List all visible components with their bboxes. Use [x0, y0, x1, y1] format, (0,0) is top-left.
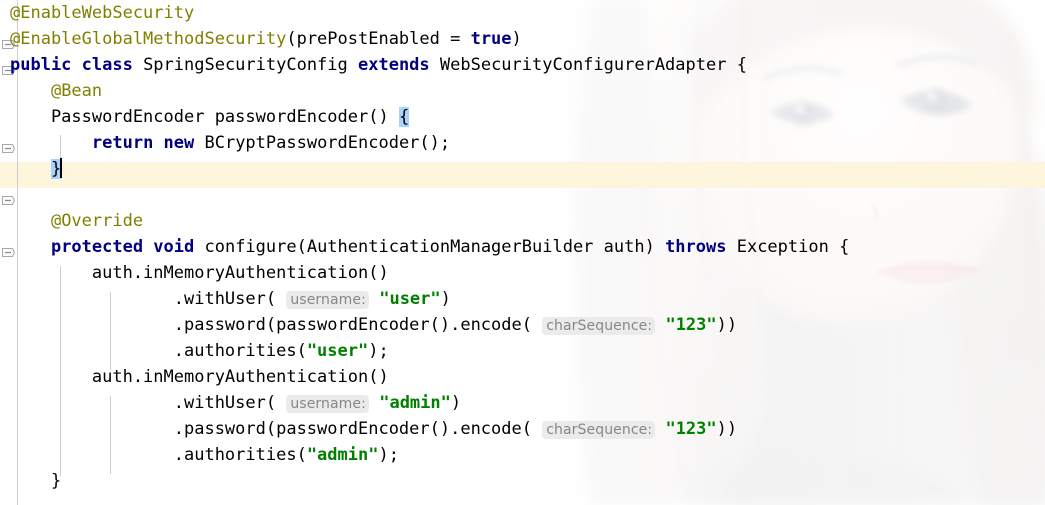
code-token-plain: SpringSecurityConfig: [132, 55, 358, 75]
parameter-hint: charSequence:: [542, 421, 656, 439]
code-token-plain: )): [716, 315, 738, 335]
code-line[interactable]: @EnableWebSecurity: [0, 0, 849, 26]
code-line[interactable]: auth.inMemoryAuthentication(): [0, 260, 849, 286]
code-token-kw: return new: [91, 133, 195, 153]
code-token-kw: public class: [10, 55, 133, 75]
code-line[interactable]: .password(passwordEncoder().encode( char…: [0, 416, 849, 442]
code-token-plain: ): [450, 393, 462, 413]
code-token-anno: @EnableGlobalMethodSecurity: [10, 29, 287, 49]
code-token-str: "admin": [379, 393, 451, 413]
parameter-hint: username:: [286, 291, 369, 309]
code-token-plain: ): [440, 289, 451, 309]
code-token-plain: }: [10, 471, 62, 491]
code-line[interactable]: auth.inMemoryAuthentication(): [0, 364, 849, 390]
code-token-str: "123": [665, 419, 717, 439]
code-content[interactable]: @EnableWebSecurity @EnableGlobalMethodSec…: [0, 0, 849, 494]
code-token-plain: WebSecurityConfigurerAdapter {: [429, 55, 747, 75]
code-token-kw: throws: [665, 237, 727, 257]
code-token-plain: configure(AuthenticationManagerBuilder a…: [194, 237, 666, 257]
code-token-plain: BCryptPasswordEncoder();: [194, 133, 451, 153]
code-line[interactable]: .authorities("admin");: [0, 442, 849, 468]
code-token-str: "123": [665, 315, 717, 335]
parameter-hint: charSequence:: [542, 317, 656, 335]
code-token-plain: );: [378, 445, 399, 465]
text-caret: [60, 158, 63, 178]
code-token-plain: (prePostEnabled =: [286, 29, 471, 49]
code-token-plain: PasswordEncoder passwordEncoder(): [10, 107, 399, 127]
code-editor[interactable]: @EnableWebSecurity @EnableGlobalMethodSec…: [0, 0, 1045, 505]
code-line[interactable]: }: [0, 468, 849, 494]
code-line[interactable]: .withUser( username: "user"): [0, 286, 849, 312]
code-token-str: "user": [306, 341, 369, 361]
code-line[interactable]: }: [0, 156, 849, 182]
code-token-anno: @EnableWebSecurity: [10, 3, 195, 23]
code-line[interactable]: .authorities("user");: [0, 338, 849, 364]
code-token-plain: .password(passwordEncoder().encode(: [10, 419, 543, 439]
code-token-str: "user": [379, 289, 441, 309]
code-token-plain: .withUser(: [10, 393, 287, 413]
code-line[interactable]: return new BCryptPasswordEncoder();: [0, 130, 849, 156]
code-line[interactable]: protected void configure(AuthenticationM…: [0, 234, 849, 260]
parameter-hint: username:: [286, 395, 369, 413]
code-token-plain: )): [716, 419, 738, 439]
code-token-str: "admin": [306, 445, 379, 465]
code-line[interactable]: @Override: [0, 208, 849, 234]
code-line[interactable]: PasswordEncoder passwordEncoder() {: [0, 104, 849, 130]
code-token-plain: .authorities(: [10, 445, 307, 465]
code-token-kw: protected void: [50, 237, 195, 257]
code-token-plain: .password(passwordEncoder().encode(: [10, 315, 543, 335]
code-line[interactable]: .withUser( username: "admin"): [0, 390, 849, 416]
code-line[interactable]: @EnableGlobalMethodSecurity(prePostEnabl…: [0, 26, 849, 52]
code-token-plain: auth.inMemoryAuthentication(): [10, 263, 389, 283]
code-token-plain: );: [368, 341, 389, 361]
code-line[interactable]: [0, 182, 849, 208]
code-line[interactable]: public class SpringSecurityConfig extend…: [0, 52, 849, 78]
code-token-plain: Exception {: [726, 237, 850, 257]
code-token-anno: @Override: [50, 211, 144, 231]
code-token-plain: .withUser(: [10, 289, 287, 309]
code-token-kw: extends: [358, 55, 430, 75]
matched-brace-highlight: {: [398, 107, 410, 127]
code-token-plain: auth.inMemoryAuthentication(): [10, 367, 389, 387]
code-token-kw: true: [470, 29, 512, 49]
code-token-anno: @Bean: [50, 81, 103, 101]
code-token-plain: .authorities(: [10, 341, 307, 361]
code-token-plain: ): [511, 29, 522, 49]
code-line[interactable]: @Bean: [0, 78, 849, 104]
code-line[interactable]: .password(passwordEncoder().encode( char…: [0, 312, 849, 338]
